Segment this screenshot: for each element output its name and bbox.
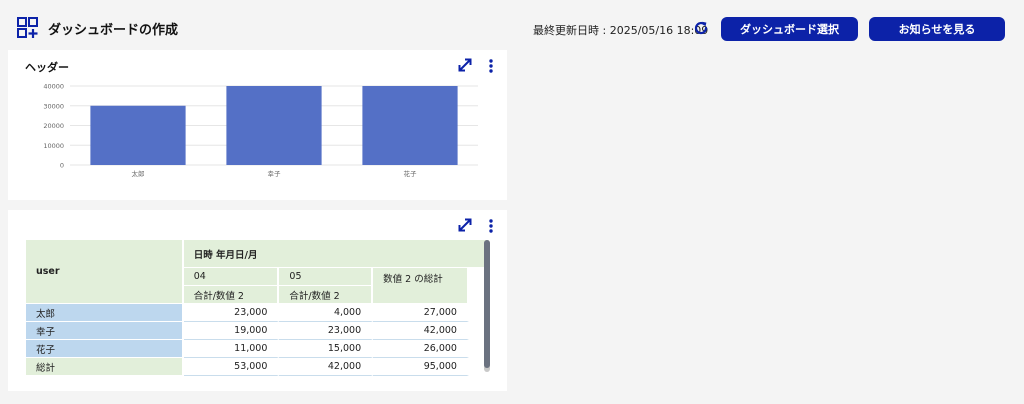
- month-header-04: 04: [183, 268, 280, 286]
- row-total: 95,000: [373, 358, 469, 376]
- vertical-scrollbar[interactable]: [484, 240, 490, 372]
- x-tick-label: 太郎: [132, 169, 146, 178]
- dashboard-add-icon: [17, 17, 38, 38]
- chart-panel-title: ヘッダー: [25, 61, 69, 74]
- bar-chart: 0 10000 20000 30000 40000 太郎 幸子 花子: [43, 83, 478, 178]
- cell-value: 19,000: [183, 322, 280, 340]
- cell-value: 42,000: [279, 358, 374, 376]
- row-total: 42,000: [373, 322, 469, 340]
- pivot-table-viewport: user 日時 年月日/月 04 05 数値 2 の総計 合計/数値 2 合計/…: [26, 240, 491, 391]
- top-bar: ダッシュボードの作成 最終更新日時 : 2025/05/16 18:09 ダッシ…: [0, 0, 1024, 48]
- measure-header-04: 合計/数値 2: [183, 286, 280, 304]
- expand-icon[interactable]: [457, 217, 473, 233]
- table-row: 花子 11,000 15,000 26,000: [26, 340, 491, 358]
- expand-icon[interactable]: [457, 57, 473, 73]
- bar[interactable]: [226, 86, 322, 165]
- total-row-label: 総計: [26, 358, 184, 376]
- month-header-05: 05: [279, 268, 374, 286]
- y-tick-label: 30000: [43, 102, 64, 110]
- page-title: ダッシュボードの作成: [48, 23, 179, 38]
- refresh-icon[interactable]: [693, 20, 709, 36]
- cell-value: 53,000: [183, 358, 280, 376]
- chart-panel: ヘッダー 0 10000 20000 30000 40000 太郎 幸子 花子: [8, 50, 507, 200]
- cell-value: 23,000: [183, 304, 280, 322]
- table-row: 太郎 23,000 4,000 27,000: [26, 304, 491, 322]
- more-options-icon[interactable]: [486, 58, 496, 74]
- pivot-table-panel: user 日時 年月日/月 04 05 数値 2 の総計 合計/数値 2 合計/…: [8, 210, 507, 391]
- more-options-icon[interactable]: [486, 218, 496, 234]
- pivot-table: user 日時 年月日/月 04 05 数値 2 の総計 合計/数値 2 合計/…: [26, 240, 491, 376]
- bar[interactable]: [90, 105, 186, 165]
- cell-value: 4,000: [279, 304, 374, 322]
- y-tick-label: 40000: [43, 83, 64, 91]
- row-label: 花子: [26, 340, 184, 358]
- bar[interactable]: [362, 86, 458, 165]
- cell-value: 23,000: [279, 322, 374, 340]
- measure-header-05: 合計/数値 2: [279, 286, 374, 304]
- row-label: 太郎: [26, 304, 184, 322]
- table-row-total: 総計 53,000 42,000 95,000: [26, 358, 491, 376]
- row-label: 幸子: [26, 322, 184, 340]
- table-row: 幸子 19,000 23,000 42,000: [26, 322, 491, 340]
- grand-total-header: 数値 2 の総計: [373, 268, 469, 304]
- cell-value: 15,000: [279, 340, 374, 358]
- y-tick-label: 10000: [43, 142, 64, 150]
- row-total: 26,000: [373, 340, 469, 358]
- x-tick-label: 幸子: [268, 170, 282, 178]
- row-total: 27,000: [373, 304, 469, 322]
- y-tick-label: 20000: [43, 122, 64, 130]
- x-tick-label: 花子: [404, 169, 418, 178]
- user-column-header: user: [26, 240, 184, 304]
- cell-value: 11,000: [183, 340, 280, 358]
- date-column-header: 日時 年月日/月: [183, 240, 491, 268]
- scrollbar-thumb[interactable]: [484, 240, 490, 368]
- dashboard-select-button[interactable]: ダッシュボード選択: [721, 17, 858, 41]
- last-updated-text: 最終更新日時 : 2025/05/16 18:09: [533, 24, 709, 37]
- y-tick-label: 0: [60, 162, 64, 170]
- view-notices-button[interactable]: お知らせを見る: [869, 17, 1005, 41]
